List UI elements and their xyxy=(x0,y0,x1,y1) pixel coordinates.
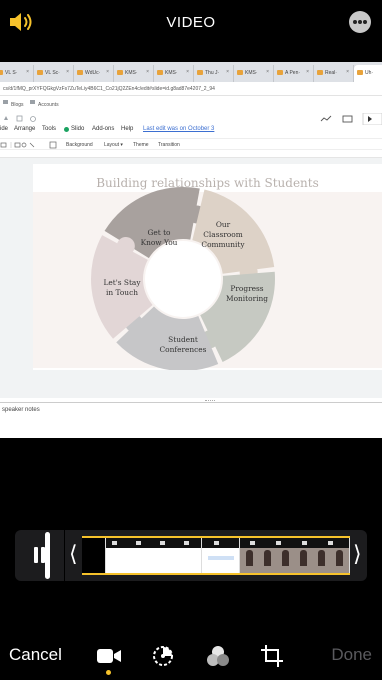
svg-text:Monitoring: Monitoring xyxy=(226,294,268,303)
resize-grip xyxy=(205,400,215,402)
ellipsis-circle-icon[interactable] xyxy=(349,11,371,33)
svg-text:Progress: Progress xyxy=(230,284,263,293)
last-edit-link: Last edit was on October 3 xyxy=(143,126,215,132)
slide: Building relationships with Students Get… xyxy=(33,164,382,370)
toolbar-icons xyxy=(0,141,57,149)
pause-icon[interactable] xyxy=(15,530,64,581)
speaker-notes: speaker notes xyxy=(0,400,382,438)
menu-item: Arrange xyxy=(14,126,36,132)
puzzle-knob xyxy=(116,237,135,255)
menu-item: Help xyxy=(121,126,134,132)
edit-toolbar: Cancel Done xyxy=(0,636,382,680)
slide-canvas: Building relationships with Students Get… xyxy=(0,158,382,398)
toolbar-background: Background xyxy=(66,142,93,148)
browser-tab: VL Sc· × xyxy=(34,65,74,82)
bookmark-item: Blogs xyxy=(11,102,24,108)
browser-tab: KMS· × xyxy=(154,65,194,82)
browser-tab-strip: VL S· × VL Sc· × WdUc· × KMS· × KMS· × Thu J·… xyxy=(0,62,382,82)
address-bar: cs/d/1fMQ_prXYFQGkgVzFs7ZuTeLiy4B6C1_Co2… xyxy=(0,82,382,96)
svg-text:Get to: Get to xyxy=(147,228,171,237)
frame-thumbnail xyxy=(82,538,106,573)
browser-tab: VL S· × xyxy=(0,65,34,82)
svg-text:Our: Our xyxy=(216,220,231,229)
trim-timeline: ⟨ ⟩ xyxy=(15,530,367,581)
segment-label-progress-monitoring: Progress Monitoring xyxy=(226,284,268,303)
segment-label-lets-stay-in-touch: Let's Stay in Touch xyxy=(103,278,141,297)
active-tool-indicator xyxy=(106,670,111,675)
crop-rotate-icon[interactable] xyxy=(259,644,285,668)
svg-text:Community: Community xyxy=(201,240,245,249)
menu-item: Slido xyxy=(71,126,85,132)
speaker-notes-label: speaker notes xyxy=(2,407,40,413)
menu-item: ide xyxy=(0,126,9,132)
top-bar: VIDEO xyxy=(0,0,382,46)
puzzle-cycle-diagram: Get to Know You Our Classroom Community … xyxy=(90,187,275,370)
browser-tab: KMS· × xyxy=(234,65,274,82)
chevron-right-icon[interactable]: ⟩ xyxy=(353,544,362,566)
slido-icon xyxy=(64,127,69,132)
svg-text:Classroom: Classroom xyxy=(203,230,242,239)
frame-thumbnail xyxy=(240,538,350,573)
menu-item: Add-ons xyxy=(92,126,115,132)
menu-item: Tools xyxy=(42,126,57,132)
frame-thumbnail xyxy=(106,538,202,573)
trim-control[interactable]: ⟨ ⟩ xyxy=(67,530,365,581)
filters-icon[interactable] xyxy=(205,644,231,668)
browser-tab: WdUc· × xyxy=(74,65,114,82)
browser-tab: A Pen· × xyxy=(274,65,314,82)
svg-text:Know You: Know You xyxy=(141,238,178,247)
svg-text:in Touch: in Touch xyxy=(106,288,138,297)
chevron-left-icon[interactable]: ⟨ xyxy=(69,544,78,566)
video-camera-icon[interactable] xyxy=(96,644,122,668)
divider xyxy=(64,530,65,581)
frame-thumbnail xyxy=(202,538,240,573)
doc-title-row xyxy=(0,112,382,126)
page-title: VIDEO xyxy=(166,14,216,31)
toolbar-transition: Transition xyxy=(158,142,180,148)
bookmarks-bar: Blogs Accounts xyxy=(0,96,382,108)
browser-tab: KMS· × xyxy=(114,65,154,82)
toolbar-theme: Theme xyxy=(133,142,149,148)
playhead[interactable] xyxy=(45,532,50,579)
done-button[interactable]: Done xyxy=(331,645,372,665)
svg-text:Student: Student xyxy=(168,335,198,344)
toolbar-layout: Layout ▾ xyxy=(104,142,123,148)
browser-tab-active: Uh· xyxy=(354,65,382,82)
diagram-center xyxy=(145,241,221,317)
bookmark-item: Accounts xyxy=(38,102,59,108)
browser-tab: Real· × xyxy=(314,65,354,82)
browser-tab: Thu J· × xyxy=(194,65,234,82)
menu-bar: ide Arrange Tools Slido Add-ons Help Las… xyxy=(0,124,382,136)
frame-strip[interactable] xyxy=(82,536,350,575)
svg-text:Conferences: Conferences xyxy=(160,345,207,354)
editor-toolbar: Background Layout ▾ Theme Transition xyxy=(0,138,382,150)
video-preview[interactable]: VL S· × VL Sc· × WdUc· × KMS· × KMS· × Thu J·… xyxy=(0,62,382,438)
svg-text:Let's Stay: Let's Stay xyxy=(103,278,141,287)
adjust-dial-icon[interactable] xyxy=(150,644,176,668)
cancel-button[interactable]: Cancel xyxy=(9,645,62,665)
